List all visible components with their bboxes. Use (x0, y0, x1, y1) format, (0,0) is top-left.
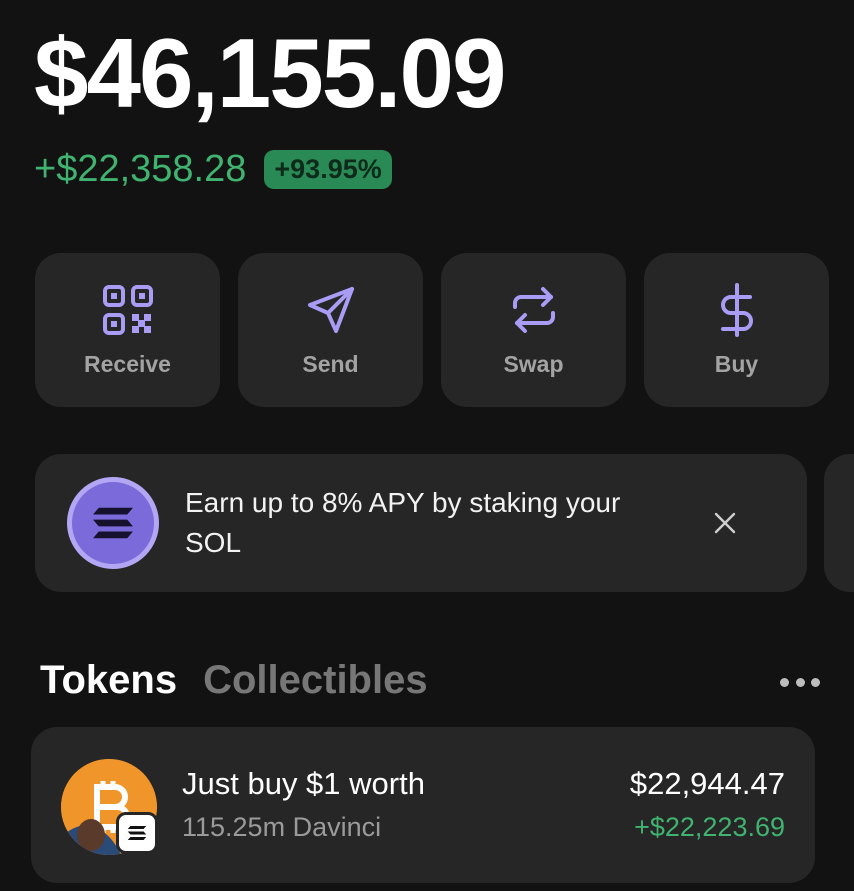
next-promo-card[interactable] (824, 454, 854, 592)
swap-label: Swap (503, 350, 564, 377)
promo-text: Earn up to 8% APY by staking your SOL (185, 487, 621, 558)
token-change: +$22,223.69 (634, 812, 785, 842)
wallet-home: $46,155.09 +$22,358.28 +93.95% Receive S… (0, 0, 854, 891)
staking-promo-card[interactable]: Earn up to 8% APY by staking your SOL (35, 454, 807, 592)
tab-tokens[interactable]: Tokens (40, 658, 177, 703)
change-percent-badge: +93.95% (264, 150, 392, 189)
tab-collectibles[interactable]: Collectibles (203, 658, 428, 703)
qr-code-icon (102, 284, 153, 335)
more-options-icon[interactable] (780, 672, 820, 692)
send-icon (307, 286, 354, 333)
swap-button[interactable]: Swap (441, 253, 626, 407)
close-icon[interactable] (705, 503, 745, 543)
send-label: Send (302, 350, 359, 377)
token-amount: 115.25m Davinci (182, 812, 382, 842)
send-button[interactable]: Send (238, 253, 423, 407)
swap-icon (512, 286, 555, 333)
dollar-icon (720, 282, 753, 337)
solana-chain-icon (116, 812, 158, 854)
dot (780, 677, 789, 687)
portfolio-change: +$22,358.28 +93.95% (34, 148, 392, 191)
token-row[interactable] (31, 727, 815, 883)
solana-icon (67, 477, 159, 569)
dot (811, 677, 820, 687)
token-name: Just buy $1 worth (182, 766, 425, 801)
asset-tabs: Tokens Collectibles (40, 658, 428, 703)
buy-button[interactable]: Buy (644, 253, 829, 407)
action-buttons: Receive Send Swap Buy (35, 253, 829, 407)
dot (795, 677, 805, 687)
buy-label: Buy (714, 350, 759, 377)
receive-label: Receive (84, 350, 171, 377)
change-amount: +$22,358.28 (34, 148, 247, 190)
portfolio-balance: $46,155.09 (34, 18, 506, 128)
token-value: $22,944.47 (629, 766, 785, 801)
receive-button[interactable]: Receive (35, 253, 220, 407)
